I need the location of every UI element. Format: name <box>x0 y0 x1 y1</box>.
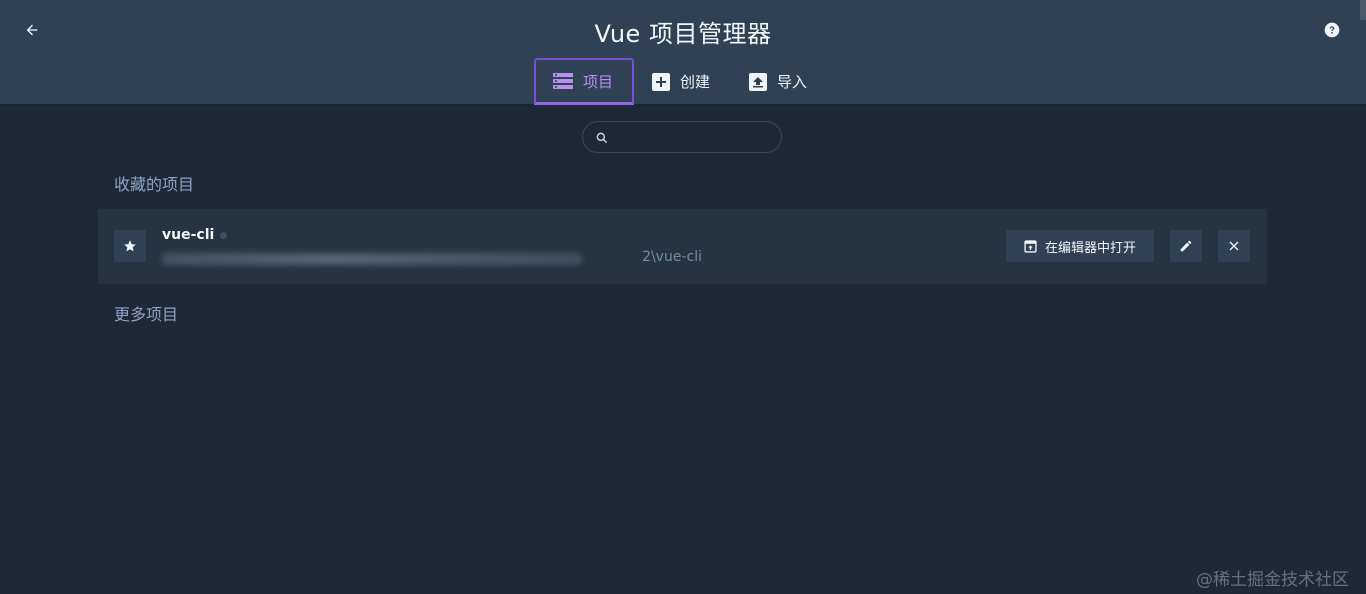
close-icon <box>1229 241 1239 251</box>
tab-import-label: 导入 <box>777 73 808 91</box>
help-circle-icon <box>1324 22 1340 38</box>
app-header: Vue 项目管理器 项目 创建 导入 <box>0 0 1366 105</box>
help-button[interactable] <box>1320 18 1344 42</box>
open-in-editor-label: 在编辑器中打开 <box>1044 240 1136 256</box>
favorite-button[interactable] <box>114 230 146 262</box>
status-dot <box>220 232 227 239</box>
tab-create-label: 创建 <box>680 73 711 91</box>
upload-icon <box>749 72 767 91</box>
open-in-new-icon <box>1024 239 1037 253</box>
tab-bar: 项目 创建 导入 <box>534 58 825 105</box>
edit-button[interactable] <box>1170 230 1202 262</box>
pencil-icon <box>1180 240 1192 252</box>
project-row[interactable]: vue-cli 2\vue-cli 在编辑器中打开 <box>98 209 1267 284</box>
more-projects-section-title: 更多项目 <box>114 305 179 324</box>
list-icon <box>553 73 573 89</box>
open-in-editor-button[interactable]: 在编辑器中打开 <box>1006 230 1154 262</box>
search-icon <box>595 130 609 149</box>
tab-import[interactable]: 导入 <box>731 58 825 105</box>
remove-button[interactable] <box>1218 230 1250 262</box>
tab-projects-label: 项目 <box>583 72 614 91</box>
project-name: vue-cli <box>162 227 215 243</box>
favorites-section-title: 收藏的项目 <box>114 175 195 194</box>
project-path: 2\vue-cli <box>642 249 702 265</box>
tab-create[interactable]: 创建 <box>634 58 731 105</box>
star-icon <box>124 240 136 252</box>
page-title: Vue 项目管理器 <box>594 20 772 48</box>
watermark-text: @稀土掘金技术社区 <box>1196 570 1349 590</box>
add-box-icon <box>652 72 670 91</box>
search-input[interactable] <box>615 126 775 148</box>
tab-projects[interactable]: 项目 <box>534 58 634 105</box>
search-box[interactable] <box>582 121 782 153</box>
scrollbar-handle[interactable] <box>1360 0 1366 20</box>
